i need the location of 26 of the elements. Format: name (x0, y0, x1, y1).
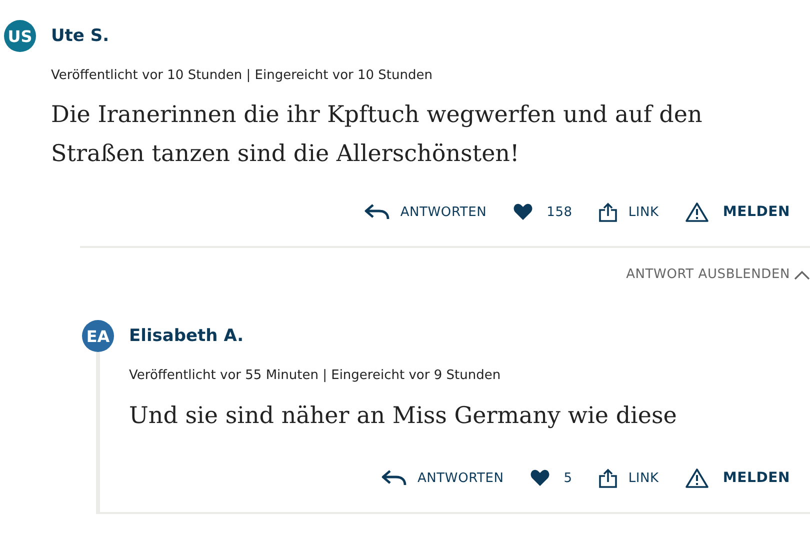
reply-arrow-icon (364, 203, 390, 221)
comment-text: Die Iranerinnen die ihr Kpftuch wegwerfen und auf den Straßen tanzen sind die Allerschönsten! (51, 101, 704, 169)
warning-icon (684, 202, 709, 222)
reply-button[interactable]: ANTWORTEN (364, 200, 487, 224)
share-icon (598, 468, 618, 488)
like-button[interactable]: 5 (530, 466, 572, 490)
reply-button[interactable]: ANTWORTEN (381, 466, 504, 490)
heart-icon (512, 203, 533, 221)
chevron-up-icon (794, 270, 810, 280)
post-meta: Veröffentlicht vor 55 Minuten | Eingereicht vor 9 Stunden (129, 367, 502, 383)
link-button[interactable]: LINK (598, 200, 659, 224)
avatar: US (4, 20, 36, 52)
avatar: EA (82, 320, 114, 352)
warning-icon (684, 468, 709, 488)
report-button[interactable]: MELDEN (684, 200, 790, 224)
author-name[interactable]: Elisabeth A. (129, 326, 244, 346)
share-icon (598, 202, 618, 222)
report-button[interactable]: MELDEN (684, 466, 790, 490)
link-button[interactable]: LINK (598, 466, 659, 490)
hide-replies-button[interactable]: ANTWORT AUSBLENDEN (626, 267, 810, 282)
reply-arrow-icon (381, 469, 408, 487)
author-name[interactable]: Ute S. (51, 26, 110, 46)
heart-icon (530, 469, 550, 487)
post-meta: Veröffentlicht vor 10 Stunden | Eingereicht vor 10 Stunden (51, 68, 434, 83)
comment-text: Und sie sind näher an Miss Germany wie diese (129, 402, 678, 431)
like-button[interactable]: 158 (512, 200, 572, 224)
